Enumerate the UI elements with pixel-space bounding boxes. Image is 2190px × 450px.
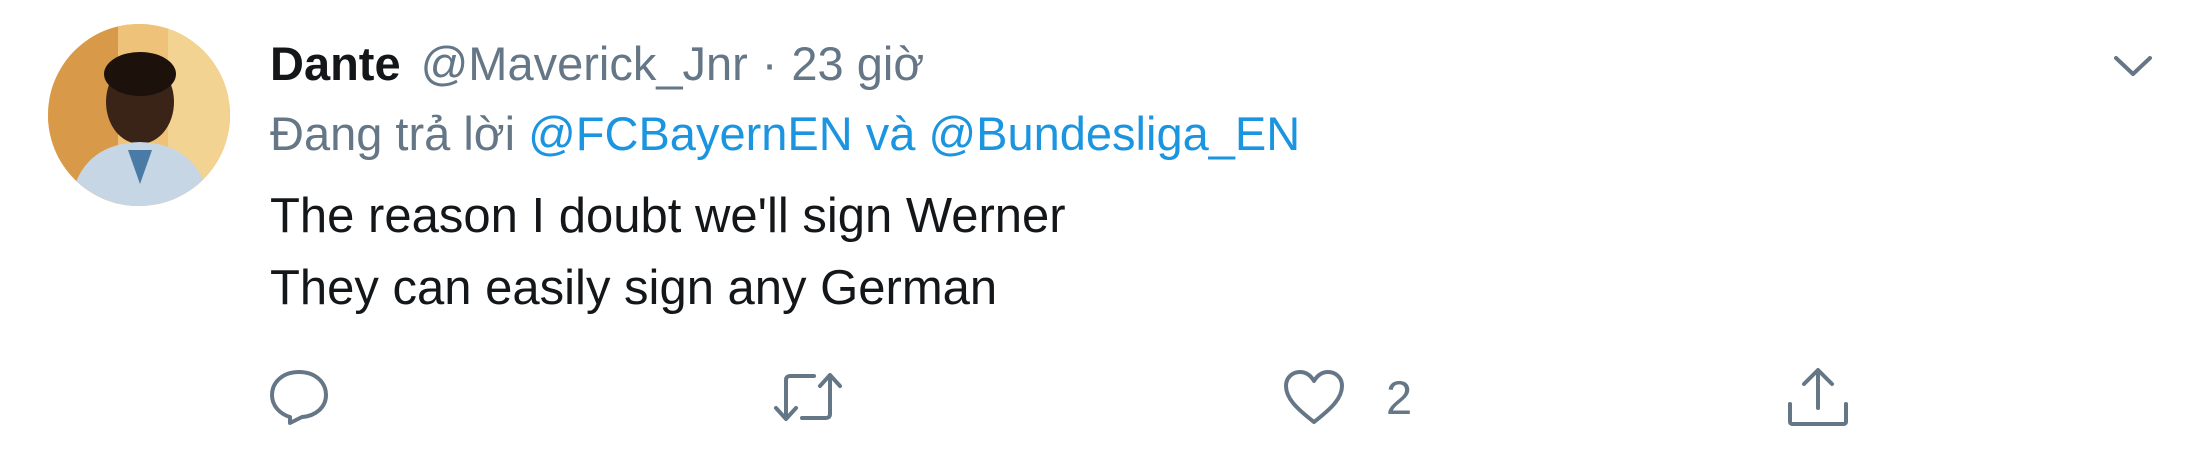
tweet-text-line: They can easily sign any German — [270, 261, 998, 315]
author-display-name[interactable]: Dante — [270, 36, 401, 91]
tweet-timestamp[interactable]: 23 giờ — [791, 36, 924, 91]
avatar[interactable] — [48, 24, 230, 206]
share-icon — [1788, 368, 1848, 426]
retweet-icon — [774, 373, 842, 421]
replying-to: Đang trả lời @FCBayernEN và @Bundesliga_… — [270, 106, 1300, 161]
mention-fcbayernen[interactable]: @FCBayernEN — [528, 107, 853, 160]
tweet-header: Dante @Maverick_Jnr · 23 giờ — [270, 28, 924, 98]
like-count: 2 — [1386, 370, 1413, 424]
heart-icon — [1284, 370, 1344, 424]
reply-button[interactable] — [268, 362, 330, 432]
avatar-image — [48, 24, 230, 206]
replying-to-label: Đang trả lời — [270, 107, 516, 160]
chevron-down-icon — [2114, 56, 2152, 76]
tweet-text-line: The reason I doubt we'll sign Werner — [270, 189, 1066, 243]
author-handle[interactable]: @Maverick_Jnr — [421, 36, 748, 91]
mention-conjunction: và — [865, 107, 916, 160]
mention-bundesliga-en[interactable]: @Bundesliga_EN — [928, 107, 1300, 160]
more-options-button[interactable] — [2105, 38, 2161, 94]
share-button[interactable] — [1785, 362, 1851, 432]
retweet-button[interactable] — [772, 362, 844, 432]
tweet-text: The reason I doubt we'll sign Werner The… — [270, 180, 1066, 324]
reply-icon — [270, 370, 328, 425]
tweet[interactable]: Dante @Maverick_Jnr · 23 giờ Đang trả lờ… — [0, 0, 2190, 450]
separator-dot: · — [761, 36, 778, 90]
like-button[interactable]: 2 — [1282, 362, 1412, 432]
